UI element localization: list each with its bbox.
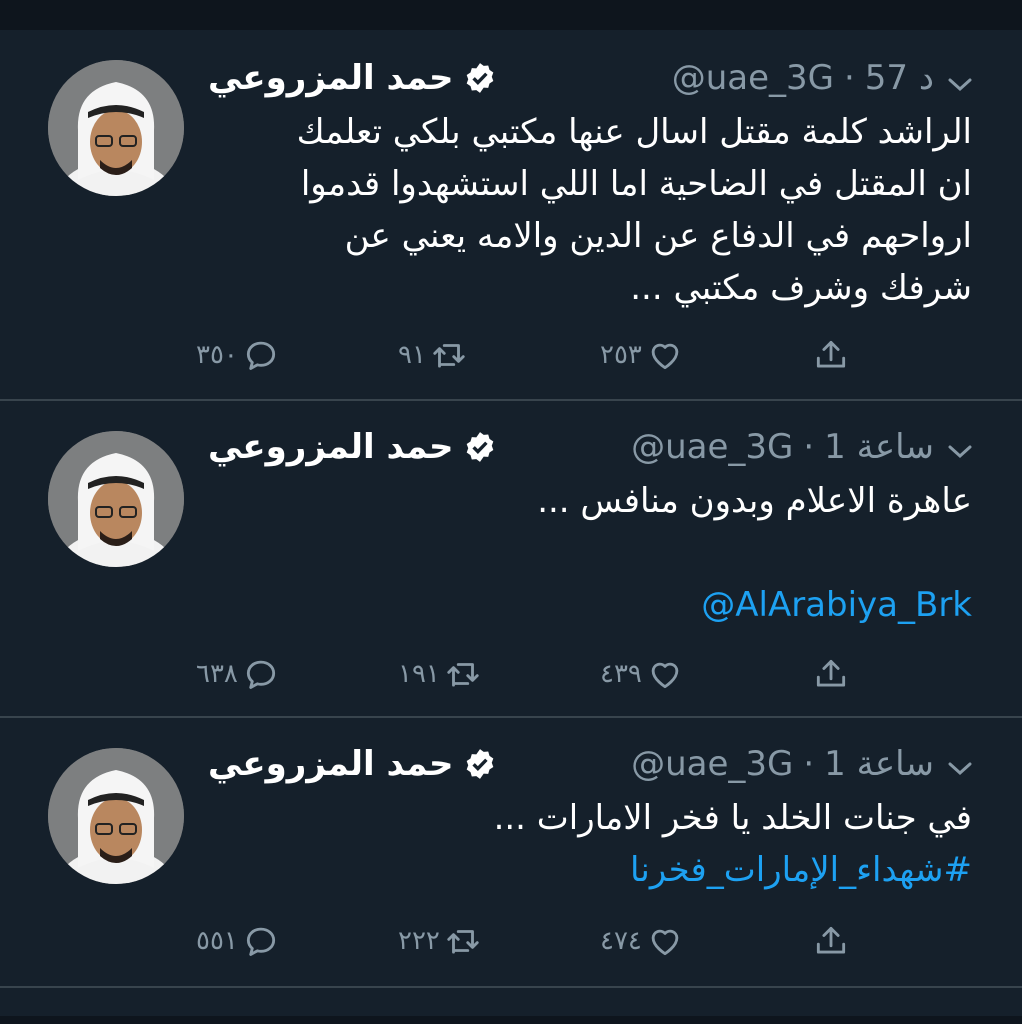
retweet-count: ٩١	[398, 340, 426, 370]
like-button[interactable]: ٤٧٤	[600, 916, 684, 966]
retweet-count: ٢٢٢	[398, 926, 440, 956]
chevron-down-icon[interactable]	[944, 72, 976, 96]
heart-icon	[651, 929, 679, 956]
share-button[interactable]	[812, 330, 850, 380]
avatar[interactable]	[48, 60, 184, 196]
tweet-handle[interactable]: @uae_3G	[672, 58, 834, 98]
heart-icon	[651, 343, 679, 370]
tweet-text-line: ان المقتل في الضاحية اما اللي استشهدوا ق…	[300, 164, 972, 204]
heart-icon	[651, 662, 679, 689]
tweet-text: الراشد كلمة مقتل اسال عنها مكتبي بلكي تع…	[212, 106, 972, 314]
tweet-handle[interactable]: @uae_3G	[631, 427, 793, 467]
tweet-text-line: عاهرة الاعلام وبدون منافس ...	[537, 481, 972, 521]
reply-button[interactable]: ٦٣٨	[196, 649, 280, 699]
tweet-author: حمد المزروعي	[208, 423, 497, 471]
author-name[interactable]: حمد المزروعي	[208, 427, 453, 467]
like-count: ٤٧٤	[600, 926, 642, 956]
like-button[interactable]: ٤٣٩	[600, 649, 684, 699]
tweet-time[interactable]: 57 د	[865, 58, 934, 98]
tweet-2[interactable]: @uae_3G · 1 ساعة حمد المزروعي عاهرة الاع…	[0, 401, 1022, 717]
author-name[interactable]: حمد المزروعي	[208, 58, 453, 98]
tweet-text: عاهرة الاعلام وبدون منافس ...	[212, 475, 972, 527]
top-bar	[0, 0, 1022, 30]
tweet-header: @uae_3G · 57 د	[672, 54, 934, 102]
retweet-button[interactable]: ٢٢٢	[398, 916, 482, 966]
avatar[interactable]	[48, 431, 184, 567]
tweet-author: حمد المزروعي	[208, 54, 497, 102]
avatar[interactable]	[48, 748, 184, 884]
retweet-count: ١٩١	[398, 659, 440, 689]
verified-badge-icon	[467, 432, 494, 462]
separator-dot: ·	[843, 58, 855, 98]
retweet-button[interactable]: ٩١	[398, 330, 468, 380]
like-count: ٤٣٩	[600, 659, 642, 689]
like-count: ٢٥٣	[600, 340, 642, 370]
reply-icon	[246, 341, 275, 370]
reply-count: ٥٥١	[196, 926, 238, 956]
tweet-text-line: في جنات الخلد يا فخر الامارات ...	[493, 798, 972, 838]
share-button[interactable]	[812, 649, 850, 699]
tweet-actions: ٦٣٨ ١٩١ ٤٣٩	[0, 649, 1022, 699]
tweet-actions: ٥٥١ ٢٢٢ ٤٧٤	[0, 916, 1022, 966]
chevron-down-icon[interactable]	[944, 756, 976, 780]
separator-dot: ·	[803, 744, 815, 784]
hashtag-link[interactable]: #شهداء_الإمارات_فخرنا	[212, 844, 972, 896]
tweet-author: حمد المزروعي	[208, 740, 497, 788]
share-icon	[816, 659, 846, 687]
tweet-time[interactable]: 1 ساعة	[824, 744, 934, 784]
retweet-icon	[433, 344, 465, 368]
chevron-down-icon[interactable]	[944, 439, 976, 463]
tweet-text: في جنات الخلد يا فخر الامارات ... #شهداء…	[212, 792, 972, 896]
bottom-bar	[0, 1016, 1022, 1024]
verified-badge-icon	[467, 749, 494, 779]
share-icon	[816, 926, 846, 954]
retweet-button[interactable]: ١٩١	[398, 649, 482, 699]
separator-dot: ·	[803, 427, 815, 467]
retweet-icon	[447, 663, 479, 687]
author-name[interactable]: حمد المزروعي	[208, 744, 453, 784]
reply-icon	[246, 927, 275, 956]
tweet-text-line: الراشد كلمة مقتل اسال عنها مكتبي بلكي تع…	[296, 112, 972, 152]
reply-count: ٦٣٨	[196, 659, 238, 689]
tweet-1[interactable]: @uae_3G · 57 د حمد المزروعي الراشد كلمة …	[0, 30, 1022, 400]
reply-count: ٣٥٠	[196, 340, 238, 370]
retweet-icon	[447, 930, 479, 954]
tweet-header: @uae_3G · 1 ساعة	[631, 740, 934, 788]
tweet-text-line: ارواحهم في الدفاع عن الدين والامه يعني ع…	[344, 216, 972, 256]
reply-icon	[246, 660, 275, 689]
share-button[interactable]	[812, 916, 850, 966]
reply-button[interactable]: ٣٥٠	[196, 330, 280, 380]
mention-link[interactable]: @AlArabiya_Brk	[212, 579, 972, 631]
verified-badge-icon	[467, 63, 494, 93]
tweet-time[interactable]: 1 ساعة	[824, 427, 934, 467]
tweet-actions: ٣٥٠ ٩١ ٢٥٣	[0, 330, 1022, 380]
tweet-handle[interactable]: @uae_3G	[631, 744, 793, 784]
tweet-3[interactable]: @uae_3G · 1 ساعة حمد المزروعي في جنات ال…	[0, 718, 1022, 986]
tweet-text-line: شرفك وشرف مكتبي ...	[630, 268, 972, 308]
like-button[interactable]: ٢٥٣	[600, 330, 684, 380]
share-icon	[816, 340, 846, 368]
tweet-header: @uae_3G · 1 ساعة	[631, 423, 934, 471]
tweet-divider	[0, 986, 1022, 988]
reply-button[interactable]: ٥٥١	[196, 916, 280, 966]
